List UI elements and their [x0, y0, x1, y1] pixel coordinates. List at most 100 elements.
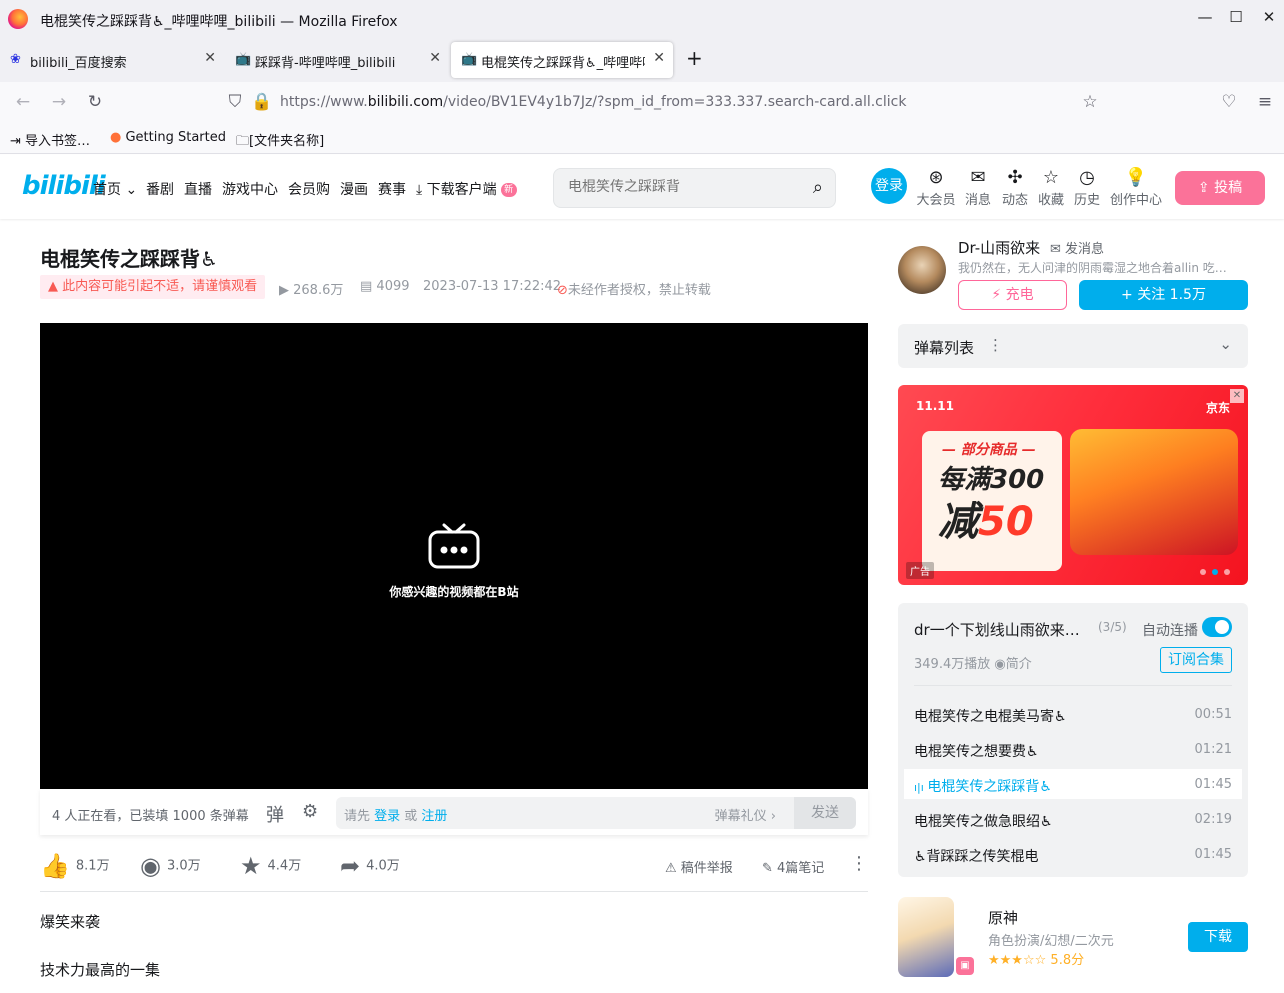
nav-live[interactable]: 直播 — [184, 179, 212, 199]
playlist-intro-link[interactable]: 简介 — [1006, 657, 1032, 672]
nav-home[interactable]: 首页 ⌄ — [93, 179, 137, 199]
forward-icon[interactable]: → — [48, 92, 70, 114]
danmaku-input[interactable]: 请先 登录 或 注册 弹幕礼仪 › 发送 — [336, 797, 856, 829]
folder-icon: 🗀 — [236, 134, 250, 149]
send-message-label: 发消息 — [1065, 242, 1105, 257]
share-button[interactable]: ➦ 4.0万 — [340, 852, 400, 880]
lock-icon[interactable]: 🔒 — [251, 92, 273, 114]
reload-icon[interactable]: ↻ — [84, 92, 106, 114]
coin-icon: ◉ — [140, 852, 161, 880]
danmaku-bar: 4 人正在看，已装填 1000 条弹幕 弹 ⚙ 请先 登录 或 注册 弹幕礼仪 … — [40, 789, 868, 835]
pocket-icon[interactable]: ♡ — [1218, 92, 1240, 114]
ad-brand: 京东 — [1205, 401, 1230, 415]
bookmark-import[interactable]: ⇥ 导入书签… — [10, 130, 90, 149]
nav-mall[interactable]: 会员购 — [288, 179, 330, 199]
subscribe-collection-button[interactable]: 订阅合集 — [1160, 647, 1232, 673]
coin-button[interactable]: ◉ 3.0万 — [140, 852, 201, 880]
game-cover-image[interactable] — [898, 897, 954, 977]
danmaku-login-link[interactable]: 登录 — [374, 809, 400, 824]
back-icon[interactable]: ← — [12, 92, 34, 114]
baidu-paw-icon: ❀ — [10, 52, 21, 67]
url-prefix: https://www. — [280, 94, 368, 110]
placeholder-or: 或 — [400, 809, 422, 824]
close-window-icon[interactable]: ✕ — [1258, 8, 1280, 30]
playlist-title[interactable]: dr一个下划线山雨欲来… — [914, 619, 1090, 640]
header-vip[interactable]: ⊛ 大会员 — [916, 167, 956, 208]
nav-manga[interactable]: 漫画 — [340, 179, 368, 199]
bookmarks-toolbar: ⇥ 导入书签… ● Getting Started 🗀[文件夹名称] — [0, 124, 1284, 154]
report-button[interactable]: ⚠ 稿件举报 — [665, 857, 733, 876]
nav-anime[interactable]: 番剧 — [146, 179, 174, 199]
ad-banner[interactable]: 11.11 京东 — 部分商品 — 每满300 减50 广告 ✕ — [898, 385, 1248, 585]
minimize-icon[interactable]: — — [1194, 8, 1216, 30]
login-button[interactable]: 登录 — [871, 168, 907, 204]
more-options-icon[interactable]: ⋮ — [850, 853, 868, 874]
search-input[interactable] — [568, 179, 788, 195]
tab-close-icon[interactable]: ✕ — [653, 50, 665, 66]
new-tab-button[interactable]: + — [682, 42, 708, 78]
search-icon[interactable]: ⌕ — [813, 177, 823, 198]
favorite-count: 4.4万 — [267, 858, 302, 874]
playlist-item[interactable]: 电棍笑传之做急眼绍♿ 02:19 — [904, 804, 1242, 834]
shield-icon[interactable]: ⛉ — [224, 92, 246, 114]
game-name[interactable]: 原神 — [988, 907, 1018, 928]
video-player[interactable]: 你感兴趣的视频都在B站 — [40, 323, 868, 789]
bookmark-label: Getting Started — [125, 130, 226, 145]
import-icon: ⇥ — [10, 134, 26, 149]
bookmark-getting-started[interactable]: ● Getting Started — [110, 130, 226, 145]
danmaku-list-panel[interactable]: 弹幕列表 ⋮ ⌄ — [898, 324, 1248, 368]
chevron-down-icon[interactable]: ⌄ — [1219, 335, 1232, 353]
danmaku-send-button[interactable]: 发送 — [794, 797, 856, 829]
warning-text: 此内容可能引起不适，请谨慎观看 — [62, 279, 258, 294]
header-history[interactable]: ◷ 历史 — [1067, 167, 1107, 208]
autoplay-toggle[interactable] — [1202, 617, 1232, 637]
playlist-item-title: 电棍笑传之做急眼绍♿ — [914, 814, 1053, 830]
upload-button[interactable]: ⇪ 投稿 — [1175, 171, 1265, 205]
header-label: 动态 — [1001, 193, 1028, 208]
tab-baidu[interactable]: ❀ bilibili_百度搜索 ✕ — [0, 42, 224, 78]
bookmark-folder[interactable]: 🗀[文件夹名称] — [236, 130, 324, 154]
uploader-avatar[interactable] — [898, 246, 946, 294]
charge-button[interactable]: ⚡ 充电 — [958, 280, 1067, 310]
playlist-item[interactable]: 电棍笑传之电棍美马寄♿ 00:51 — [904, 699, 1242, 729]
header-dynamic[interactable]: ✣ 动态 — [995, 167, 1035, 208]
carousel-dot-active[interactable] — [1212, 569, 1218, 575]
ad-close-icon[interactable]: ✕ — [1230, 389, 1244, 403]
danmaku-register-link[interactable]: 注册 — [421, 809, 447, 824]
header-favorites[interactable]: ☆ 收藏 — [1031, 167, 1071, 208]
bookmark-star-icon[interactable]: ☆ — [1079, 92, 1101, 114]
notes-button[interactable]: ✎ 4篇笔记 — [762, 857, 824, 876]
danmaku-toggle-icon[interactable]: 弹 — [266, 801, 284, 827]
nav-download-client[interactable]: ⤓ 下载客户端新 — [416, 179, 517, 199]
game-download-button[interactable]: 下载 — [1188, 922, 1248, 952]
tab-close-icon[interactable]: ✕ — [204, 50, 216, 66]
mail-icon: ✉ — [1050, 242, 1066, 257]
follow-button[interactable]: + 关注 1.5万 — [1079, 280, 1248, 310]
playlist-item[interactable]: 电棍笑传之想要费♿ 01:21 — [904, 734, 1242, 764]
like-button[interactable]: 👍 8.1万 — [40, 852, 110, 880]
maximize-icon[interactable]: ☐ — [1225, 8, 1247, 30]
search-box[interactable]: ⌕ — [553, 168, 836, 208]
copyright-text: 未经作者授权，禁止转载 — [567, 283, 711, 298]
nav-esports[interactable]: 赛事 — [378, 179, 406, 199]
url-bar[interactable]: https://www.bilibili.com/video/BV1EV4y1b… — [280, 94, 906, 110]
carousel-dot[interactable] — [1200, 569, 1206, 575]
view-count: ▶ 268.6万 — [279, 279, 343, 298]
carousel-dot[interactable] — [1224, 569, 1230, 575]
tab-close-icon[interactable]: ✕ — [429, 50, 441, 66]
favorite-button[interactable]: ★ 4.4万 — [240, 852, 301, 880]
playlist-item[interactable]: ♿背踩踩之传笑棍电 01:45 — [904, 839, 1242, 869]
playlist-item-title: ı|ı 电棍笑传之踩踩背♿ — [914, 776, 1052, 796]
uploader-name[interactable]: Dr-山雨欲来 — [958, 237, 1040, 258]
danmaku-settings-icon[interactable]: ⚙ — [302, 801, 318, 822]
more-options-icon[interactable]: ⋮ — [988, 336, 1003, 354]
menu-icon[interactable]: ≡ — [1254, 92, 1276, 114]
header-creator[interactable]: 💡 创作中心 — [1106, 167, 1166, 208]
tab-current-video[interactable]: 📺 电棍笑传之踩踩背♿_哔哩哔哩 ✕ — [451, 42, 673, 78]
danmaku-etiquette-link[interactable]: 弹幕礼仪 › — [715, 805, 776, 824]
send-message-link[interactable]: ✉ 发消息 — [1050, 238, 1104, 257]
header-messages[interactable]: ✉ 消息 — [958, 167, 998, 208]
tab-bilibili-search[interactable]: 📺 踩踩背-哔哩哔哩_bilibili ✕ — [225, 42, 449, 78]
playlist-item-current[interactable]: ı|ı 电棍笑传之踩踩背♿ 01:45 — [904, 769, 1242, 799]
nav-game-center[interactable]: 游戏中心 — [222, 179, 278, 199]
